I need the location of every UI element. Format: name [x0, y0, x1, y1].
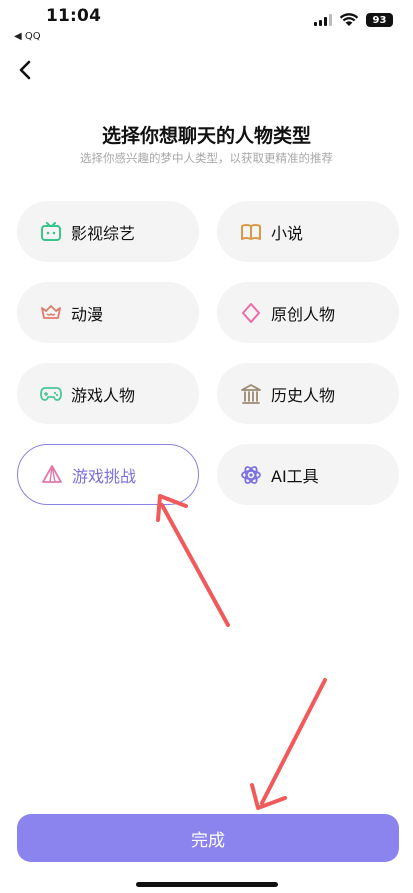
- wifi-icon: [339, 13, 359, 26]
- category-label: AI工具: [271, 466, 319, 486]
- screen: 11:04 ◀ QQ 93 选择你想聊天的人物类型 选择你感兴趣的梦中人类型，以…: [0, 0, 413, 893]
- category-label: 原创人物: [271, 304, 336, 324]
- category-card-ai-tools[interactable]: AI工具: [217, 444, 399, 505]
- home-indicator[interactable]: [136, 882, 278, 887]
- status-time: 11:04: [46, 6, 102, 26]
- chevron-left-icon: [19, 60, 31, 80]
- tv-icon: [39, 220, 63, 244]
- anime-icon: [39, 301, 63, 325]
- category-label: 游戏挑战: [72, 466, 137, 486]
- temple-icon: [239, 382, 263, 406]
- gamepad-icon: [39, 382, 63, 406]
- back-to-app-link[interactable]: ◀ QQ: [14, 31, 41, 42]
- category-label: 小说: [271, 223, 304, 243]
- category-label: 影视综艺: [71, 223, 136, 243]
- arrow-up-icon: [156, 494, 230, 627]
- page-subtitle: 选择你感兴趣的梦中人类型，以获取更精准的推荐: [80, 151, 333, 165]
- signal-icon: [314, 14, 332, 26]
- battery-indicator: 93: [366, 13, 393, 27]
- atom-icon: [239, 463, 263, 487]
- done-button[interactable]: 完成: [17, 814, 399, 862]
- category-card-anime[interactable]: 动漫: [17, 282, 199, 343]
- status-icons: 93: [314, 13, 393, 27]
- category-card-novel[interactable]: 小说: [217, 201, 399, 262]
- category-label: 历史人物: [271, 385, 336, 405]
- category-label: 游戏人物: [71, 385, 136, 405]
- category-card-game-challenge[interactable]: 游戏挑战: [17, 444, 199, 505]
- category-card-game-character[interactable]: 游戏人物: [17, 363, 199, 424]
- page-title: 选择你想聊天的人物类型: [101, 125, 311, 147]
- arrow-down-icon: [250, 678, 327, 810]
- category-card-tv[interactable]: 影视综艺: [17, 201, 199, 262]
- book-icon: [239, 220, 263, 244]
- category-card-original[interactable]: 原创人物: [217, 282, 399, 343]
- pyramid-icon: [40, 463, 64, 487]
- diamond-icon: [239, 301, 263, 325]
- back-button[interactable]: [12, 57, 38, 83]
- category-card-history[interactable]: 历史人物: [217, 363, 399, 424]
- category-label: 动漫: [71, 304, 104, 324]
